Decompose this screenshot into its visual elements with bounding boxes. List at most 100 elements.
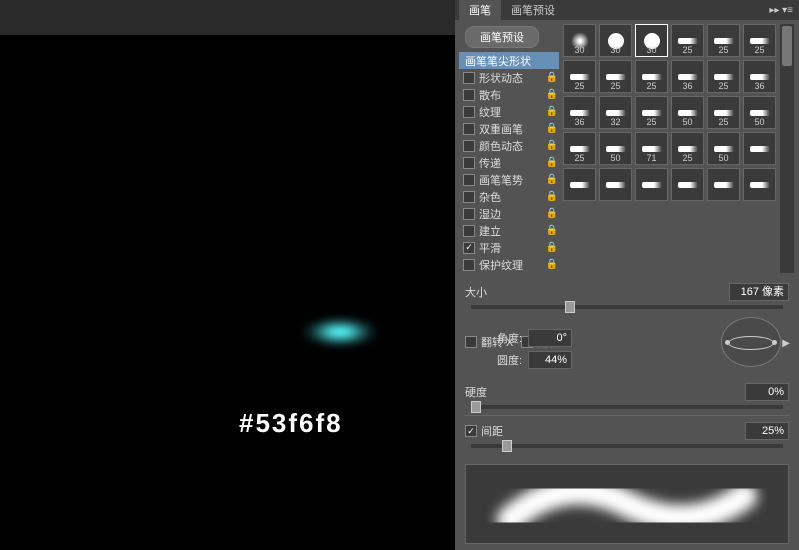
brush-settings: 大小 167 像素 翻转 X 翻转 Y ▶ 角度: 0° 圆 — [455, 273, 799, 458]
brush-option-row[interactable]: 建立🔒 — [459, 222, 559, 239]
brush-thumbnail[interactable]: 25 — [707, 96, 740, 129]
brush-thumbnail[interactable]: 25 — [563, 60, 596, 93]
brush-thumbnail[interactable]: 32 — [599, 96, 632, 129]
brush-option-row[interactable]: 画笔笔势🔒 — [459, 171, 559, 188]
brush-option-row[interactable]: 平滑🔒 — [459, 239, 559, 256]
brush-option-row[interactable]: 传递🔒 — [459, 154, 559, 171]
spacing-input[interactable]: 25% — [745, 422, 789, 440]
size-input[interactable]: 167 像素 — [729, 283, 789, 301]
size-slider[interactable] — [471, 305, 783, 309]
brush-shape-icon — [677, 177, 699, 193]
brush-thumbnail[interactable]: 25 — [599, 60, 632, 93]
lock-icon[interactable]: 🔒 — [545, 259, 559, 270]
scrollbar-handle[interactable] — [782, 26, 792, 66]
option-checkbox[interactable] — [463, 140, 475, 152]
option-checkbox[interactable] — [463, 106, 475, 118]
brush-thumbnail[interactable]: 50 — [599, 132, 632, 165]
brush-option-row[interactable]: 保护纹理🔒 — [459, 256, 559, 273]
option-checkbox[interactable] — [463, 123, 475, 135]
brush-thumbnail[interactable]: 36 — [743, 60, 776, 93]
brush-thumbnail[interactable]: 25 — [671, 24, 704, 57]
brush-thumbnail[interactable]: 25 — [671, 132, 704, 165]
brush-thumbnail[interactable] — [563, 168, 596, 201]
spacing-slider[interactable] — [471, 444, 783, 448]
brush-option-row[interactable]: 纹理🔒 — [459, 103, 559, 120]
brush-size-number: 25 — [718, 81, 728, 91]
option-checkbox[interactable] — [463, 89, 475, 101]
spacing-checkbox[interactable] — [465, 425, 477, 437]
brush-option-row[interactable]: 湿边🔒 — [459, 205, 559, 222]
brush-size-number: 25 — [574, 153, 584, 163]
brush-thumbnail[interactable]: 50 — [671, 96, 704, 129]
brush-thumbnail[interactable]: 36 — [563, 96, 596, 129]
tab-brush-presets[interactable]: 画笔预设 — [501, 0, 565, 21]
lock-icon[interactable]: 🔒 — [545, 208, 559, 219]
lock-icon[interactable]: 🔒 — [545, 157, 559, 168]
option-checkbox[interactable] — [463, 72, 475, 84]
brush-size-number: 25 — [646, 81, 656, 91]
tab-brush[interactable]: 画笔 — [459, 0, 501, 21]
option-label: 杂色 — [479, 189, 545, 205]
option-checkbox[interactable] — [463, 157, 475, 169]
brush-thumbnail[interactable]: 30 — [599, 24, 632, 57]
option-label: 画笔笔尖形状 — [465, 53, 559, 69]
brush-thumbnail[interactable]: 50 — [707, 132, 740, 165]
hardness-slider[interactable] — [471, 405, 783, 409]
brush-size-number: 25 — [574, 81, 584, 91]
angle-widget[interactable]: ▶ — [721, 317, 781, 367]
lock-icon[interactable]: 🔒 — [545, 140, 559, 151]
brush-size-number: 25 — [646, 117, 656, 127]
brush-thumbnail[interactable]: 30 — [563, 24, 596, 57]
brush-option-row[interactable]: 杂色🔒 — [459, 188, 559, 205]
brush-thumbnail[interactable]: 25 — [635, 60, 668, 93]
brush-thumbnail[interactable]: 36 — [671, 60, 704, 93]
brush-option-row[interactable]: 画笔笔尖形状 — [459, 52, 559, 69]
option-checkbox[interactable] — [463, 242, 475, 254]
lock-icon[interactable]: 🔒 — [545, 191, 559, 202]
option-checkbox[interactable] — [463, 208, 475, 220]
collapse-icon[interactable]: ▸▸ ▾≡ — [769, 5, 793, 16]
brush-thumbnail[interactable]: 25 — [707, 60, 740, 93]
option-checkbox[interactable] — [463, 191, 475, 203]
brush-size-number: 71 — [646, 153, 656, 163]
lock-icon[interactable]: 🔒 — [545, 225, 559, 236]
lock-icon[interactable]: 🔒 — [545, 242, 559, 253]
option-label: 湿边 — [479, 206, 545, 222]
brush-thumbnail[interactable]: 50 — [743, 96, 776, 129]
lock-icon[interactable]: 🔒 — [545, 106, 559, 117]
brush-thumbnail[interactable]: 30 — [635, 24, 668, 57]
brush-thumbnail[interactable]: 71 — [635, 132, 668, 165]
brush-option-row[interactable]: 颜色动态🔒 — [459, 137, 559, 154]
brush-thumbnail[interactable] — [743, 132, 776, 165]
flip-x-checkbox[interactable] — [465, 336, 477, 348]
option-checkbox[interactable] — [463, 259, 475, 271]
hardness-input[interactable]: 0% — [745, 383, 789, 401]
option-checkbox[interactable] — [463, 174, 475, 186]
brush-option-row[interactable]: 形状动态🔒 — [459, 69, 559, 86]
brush-option-row[interactable]: 双重画笔🔒 — [459, 120, 559, 137]
brush-thumbnail[interactable]: 25 — [707, 24, 740, 57]
brush-thumbnail[interactable] — [599, 168, 632, 201]
brush-size-number: 25 — [610, 81, 620, 91]
roundness-label: 圆度: — [497, 352, 522, 368]
brush-options-list: 画笔预设 画笔笔尖形状形状动态🔒散布🔒纹理🔒双重画笔🔒颜色动态🔒传递🔒画笔笔势🔒… — [455, 20, 559, 273]
roundness-input[interactable]: 44% — [528, 351, 572, 369]
brush-thumbnail[interactable] — [671, 168, 704, 201]
brush-thumbnail[interactable]: 25 — [635, 96, 668, 129]
lock-icon[interactable]: 🔒 — [545, 174, 559, 185]
angle-input[interactable]: 0° — [528, 329, 572, 347]
brush-thumbnail[interactable] — [635, 168, 668, 201]
brush-thumbnail[interactable]: 25 — [743, 24, 776, 57]
brush-option-row[interactable]: 散布🔒 — [459, 86, 559, 103]
brush-thumbnail-grid: 3030302525252525253625363632255025502550… — [563, 24, 776, 273]
brush-thumbnail[interactable]: 25 — [563, 132, 596, 165]
lock-icon[interactable]: 🔒 — [545, 123, 559, 134]
thumbnail-scrollbar[interactable] — [780, 24, 794, 273]
brush-thumbnail[interactable] — [743, 168, 776, 201]
brush-presets-button[interactable]: 画笔预设 — [465, 26, 539, 48]
option-checkbox[interactable] — [463, 225, 475, 237]
lock-icon[interactable]: 🔒 — [545, 72, 559, 83]
lock-icon[interactable]: 🔒 — [545, 89, 559, 100]
brush-thumbnail[interactable] — [707, 168, 740, 201]
canvas-area[interactable]: #53f6f8 — [0, 35, 455, 550]
